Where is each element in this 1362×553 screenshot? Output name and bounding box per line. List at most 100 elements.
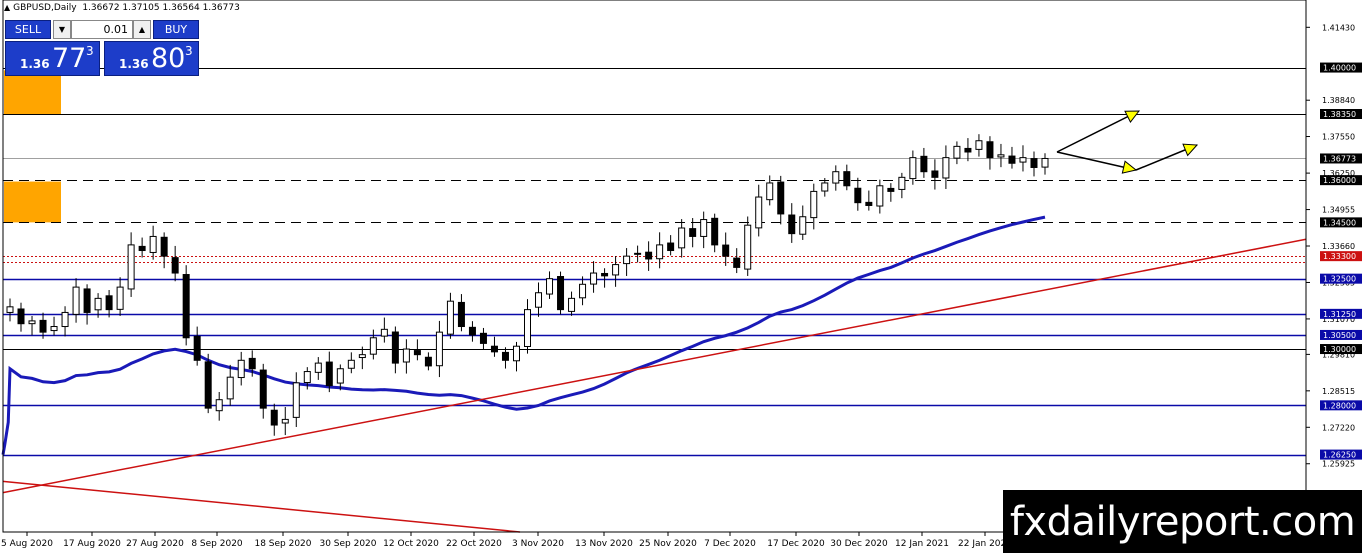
candle-46 [512,341,520,372]
x-tick-label-3: 8 Sep 2020 [191,539,243,549]
candle-body-58 [645,251,653,260]
x-tick-label-8: 3 Nov 2020 [512,539,564,549]
candle-body-56 [623,255,631,265]
candle-66 [733,248,741,274]
ask-quote[interactable]: 1.36 80 3 [104,41,199,76]
candle-body-55 [612,264,620,276]
candle-93 [1030,151,1038,177]
candle-body-91 [1008,155,1016,164]
candle-34 [380,317,388,343]
lot-dropdown-icon[interactable]: ▼ [53,20,71,39]
candle-19 [215,392,223,421]
candle-70 [777,175,785,225]
arrow-down-head [1121,160,1138,174]
candle-body-36 [402,348,410,363]
candle-41 [457,294,465,332]
candle-body-74 [821,182,829,192]
candle-body-68 [755,196,763,229]
x-tick-label-5: 30 Sep 2020 [319,539,376,549]
candle-body-5 [61,311,69,328]
candle-body-0 [6,306,14,313]
candle-86 [953,141,961,165]
candle-47 [524,299,531,354]
candle-12 [138,237,146,258]
candle-body-26 [292,382,300,418]
projection-arrows [1056,110,1199,174]
candle-body-31 [347,359,355,369]
level-tag-11: 1.26250 [1323,451,1356,460]
candle-60 [667,235,675,256]
candle-body-9 [105,295,113,311]
lot-size-input[interactable]: 0.01 [71,20,133,39]
candle-45 [501,347,509,369]
candle-68 [755,184,763,237]
candle-body-88 [975,140,983,150]
plot-frame [2,0,1307,533]
candle-body-76 [843,171,851,187]
candle-84 [931,159,939,190]
candle-body-21 [237,359,245,379]
level-tag-4: 1.34500 [1323,218,1356,227]
candle-body-3 [39,319,47,333]
candle-body-11 [127,244,135,290]
candle-72 [799,205,807,240]
candle-body-85 [942,157,950,179]
candle-40 [446,292,454,339]
candle-body-17 [193,335,201,361]
zone-1 [4,181,61,223]
candle-body-38 [424,356,432,367]
ohlc-readout: 1.36672 1.37105 1.36564 1.36773 [82,3,240,13]
x-tick-label-14: 12 Jan 2021 [895,539,949,549]
candle-body-28 [314,362,322,373]
candle-body-50 [557,276,565,311]
candle-body-87 [964,147,972,153]
candle-54 [601,268,609,288]
candle-body-8 [94,297,102,311]
level-tag-1: 1.38350 [1323,110,1356,119]
collapse-triangle-icon[interactable]: ▲ [4,3,10,12]
level-tag-7: 1.31250 [1323,310,1356,319]
lot-spinner-icon[interactable]: ▲ [133,20,151,39]
candle-body-83 [920,155,928,173]
candle-body-41 [457,301,465,328]
y-tick-label-1: 1.38840 [1322,96,1355,105]
candle-body-69 [766,182,774,201]
candle-body-51 [568,297,576,312]
candle-body-47 [524,309,531,347]
candle-81 [898,172,906,199]
falling-trendline [2,480,521,533]
ask-fraction: 3 [185,44,193,58]
candle-26 [292,372,300,428]
level-tag-5: 1.33300 [1323,252,1356,261]
arrow-up-short [1135,143,1199,171]
candle-body-48 [535,292,543,308]
candle-82 [909,150,917,185]
candle-24 [270,403,278,436]
candle-80 [887,183,895,202]
ask-pips: 80 [151,43,186,74]
candle-body-93 [1030,158,1038,168]
buy-button[interactable]: BUY [153,20,199,39]
candle-body-43 [479,332,487,344]
sell-button[interactable]: SELL [5,20,51,39]
candle-18 [204,353,212,414]
candle-57 [634,245,642,263]
candle-body-49 [546,278,554,295]
candle-53 [590,261,598,293]
candle-10 [116,277,124,316]
candle-13 [149,225,157,260]
candle-52 [579,276,587,306]
arrow-down [1056,151,1138,174]
x-tick-label-9: 13 Nov 2020 [575,539,633,549]
candle-body-20 [226,376,234,400]
candle-body-82 [909,157,917,180]
candle-17 [193,326,201,366]
candle-49 [546,271,554,299]
candle-body-45 [501,351,509,361]
chart-title: ▲ GBPUSD,Daily 1.36672 1.37105 1.36564 1.… [4,3,240,13]
bid-quote[interactable]: 1.36 77 3 [5,41,100,76]
arrow-up-long-shaft [1056,110,1140,153]
candle-body-62 [689,228,697,237]
one-click-trading-panel: SELL ▼ 0.01 ▲ BUY 1.36 77 3 1.36 80 3 [5,20,199,76]
y-tick-label-0: 1.41430 [1322,23,1355,32]
